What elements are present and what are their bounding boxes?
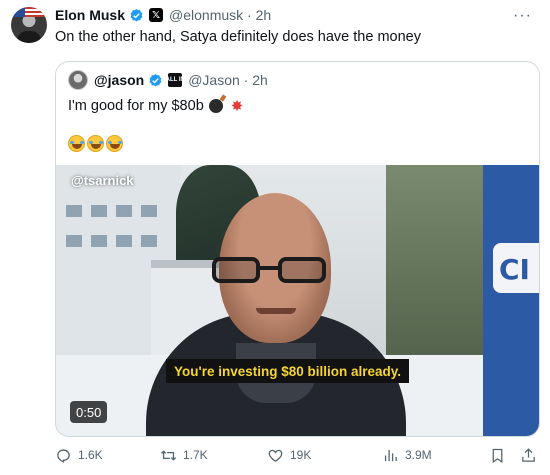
- video-person: [146, 193, 406, 436]
- video-player[interactable]: @tsarnick You're investing $80 billion a…: [56, 165, 539, 436]
- glasses-graphic: [212, 257, 338, 285]
- like-icon: [268, 449, 283, 462]
- views-icon: [384, 449, 397, 461]
- share-icon: [522, 447, 535, 462]
- laughing-icon: [106, 135, 123, 152]
- like-count: 19K: [290, 448, 312, 462]
- bookmark-button[interactable]: [489, 445, 506, 465]
- flag-graphic: [11, 7, 47, 17]
- reply-button[interactable]: 1.6K: [55, 445, 103, 465]
- quote-header: @jason ALL IN @Jason · 2h: [68, 70, 268, 90]
- post-text: On the other hand, Satya definitely does…: [55, 29, 421, 45]
- laughing-icon: [68, 135, 85, 152]
- bomb-icon: [208, 99, 223, 113]
- author-handle-time[interactable]: @elonmusk · 2h: [169, 7, 271, 23]
- x-affiliate-icon: 𝕏: [149, 8, 164, 22]
- video-caption: You're investing $80 billion already.: [166, 359, 410, 383]
- views-button[interactable]: 3.9M: [382, 445, 432, 465]
- quote-avatar[interactable]: [68, 70, 88, 90]
- author-name[interactable]: Elon Musk: [55, 7, 125, 23]
- laughing-icon: [87, 135, 104, 152]
- all-in-badge-icon: ALL IN: [166, 73, 185, 87]
- blue-sign: [483, 165, 539, 436]
- quote-text-line: I'm good for my $80b ✸: [68, 97, 243, 115]
- repost-button[interactable]: 1.7K: [160, 445, 208, 465]
- quoted-post[interactable]: @jason ALL IN @Jason · 2h I'm good for m…: [55, 61, 540, 437]
- share-button[interactable]: [520, 445, 537, 465]
- more-icon[interactable]: ···: [513, 7, 532, 25]
- like-button[interactable]: 19K: [267, 445, 311, 465]
- verified-icon: [130, 8, 143, 21]
- reply-icon: [57, 449, 70, 463]
- quote-text: I'm good for my $80b: [68, 98, 204, 114]
- post-header: Elon Musk 𝕏 @elonmusk · 2h: [55, 6, 271, 24]
- laughing-emojis: [68, 135, 123, 152]
- views-count: 3.9M: [405, 448, 432, 462]
- quote-author-name[interactable]: @jason: [94, 72, 144, 88]
- verified-icon: [149, 73, 162, 86]
- video-duration: 0:50: [70, 401, 108, 423]
- repost-icon: [160, 449, 177, 461]
- action-bar: 1.6K 1.7K 19K 3.9M: [55, 445, 540, 465]
- repost-count: 1.7K: [183, 448, 208, 462]
- author-avatar[interactable]: [11, 7, 47, 43]
- bookmark-icon: [492, 448, 503, 463]
- video-watermark: @tsarnick: [71, 173, 134, 188]
- post: Elon Musk 𝕏 @elonmusk · 2h ··· On the ot…: [0, 0, 550, 475]
- reply-count: 1.6K: [78, 448, 103, 462]
- quote-handle-time[interactable]: @Jason · 2h: [188, 72, 268, 88]
- collision-icon: ✸: [230, 98, 244, 115]
